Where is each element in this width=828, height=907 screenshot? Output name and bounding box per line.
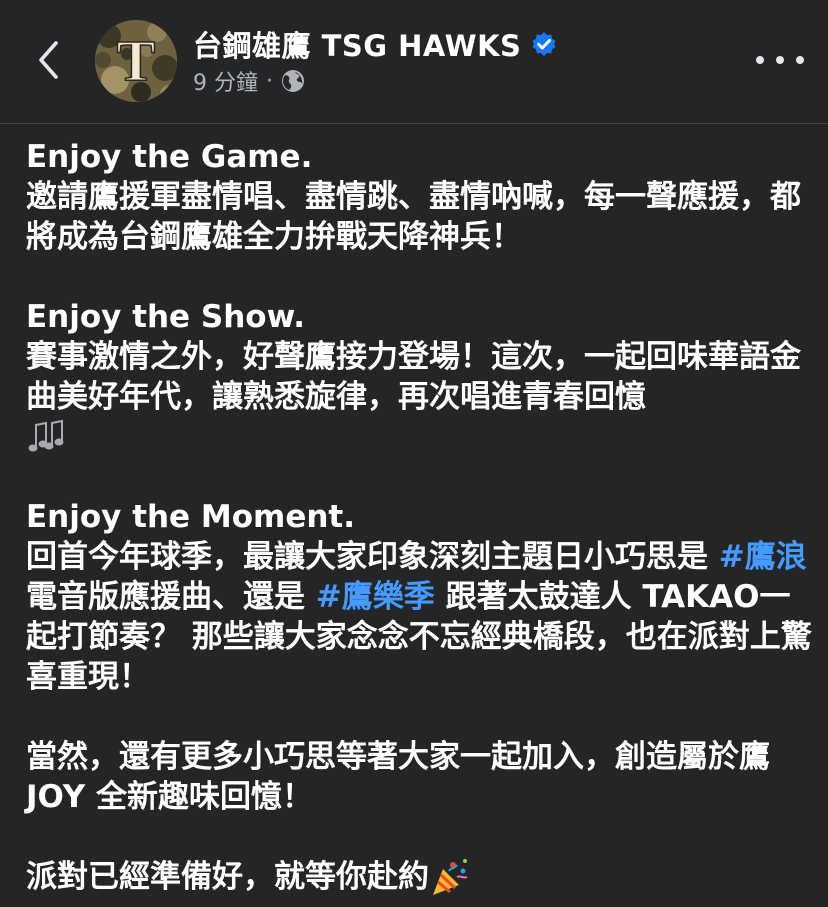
post-header: T 台鋼雄鷹 TSG HAWKS 9 分鐘 · — [0, 0, 828, 123]
paragraph-moment: 回首今年球季，最讓大家印象深刻主題日小巧思是 #鷹浪 電音版應援曲、還是 #鷹樂… — [26, 537, 816, 697]
more-options-button[interactable] — [756, 42, 804, 78]
avatar[interactable]: T — [95, 20, 177, 102]
more-dot — [796, 56, 804, 64]
timestamp[interactable]: 9 分鐘 — [193, 65, 258, 97]
verified-badge-icon — [531, 31, 557, 57]
paragraph-show-body: 賽事激情之外，好聲鷹接力登場！這次，一起回味華語金曲美好年代，讓熟悉旋律，再次唱… — [26, 339, 801, 415]
svg-text:T: T — [117, 28, 156, 93]
musical-notes-icon — [26, 417, 68, 457]
page-name: 台鋼雄鷹 TSG HAWKS — [193, 29, 522, 63]
paragraph-joy: 當然，還有更多小巧思等著大家一起加入，創造屬於鷹 JOY 全新趣味回憶！ — [26, 739, 770, 815]
moment-text-a: 回首今年球季，最讓大家印象深刻主題日小巧思是 — [26, 539, 719, 575]
paragraph-show-title: Enjoy the Show. — [26, 299, 305, 335]
globe-icon — [281, 69, 305, 93]
chevron-left-icon — [39, 41, 58, 79]
paragraph-show: 賽事激情之外，好聲鷹接力登場！這次，一起回味華語金曲美好年代，讓熟悉旋律，再次唱… — [26, 337, 816, 457]
back-button[interactable] — [28, 38, 68, 82]
post-body: Enjoy the Game. 邀請鷹援軍盡情唱、盡情跳、盡情吶喊，每一聲應援，… — [26, 137, 816, 897]
moment-text-b: 電音版應援曲、還是 — [26, 579, 316, 615]
party-text: 派對已經準備好，就等你赴約 — [26, 859, 429, 895]
paragraph-game-body: 邀請鷹援軍盡情唱、盡情跳、盡情吶喊，每一聲應援，都將成為台鋼鷹雄全力拚戰天降神兵… — [26, 179, 801, 255]
more-dot — [756, 56, 764, 64]
more-dot — [776, 56, 784, 64]
header-divider — [0, 123, 828, 124]
hashtag-link-2[interactable]: #鷹樂季 — [316, 579, 435, 615]
hashtag-link-1[interactable]: #鷹浪 — [719, 539, 807, 575]
party-popper-icon — [429, 857, 471, 897]
post-meta: 9 分鐘 · — [193, 66, 305, 96]
paragraph-party: 派對已經準備好，就等你赴約 — [26, 857, 816, 897]
meta-separator: · — [266, 68, 273, 94]
page-name-link[interactable]: 台鋼雄鷹 TSG HAWKS — [193, 24, 557, 64]
paragraph-moment-title: Enjoy the Moment. — [26, 499, 356, 535]
avatar-image: T — [95, 20, 177, 102]
paragraph-game-title: Enjoy the Game. — [26, 139, 313, 175]
